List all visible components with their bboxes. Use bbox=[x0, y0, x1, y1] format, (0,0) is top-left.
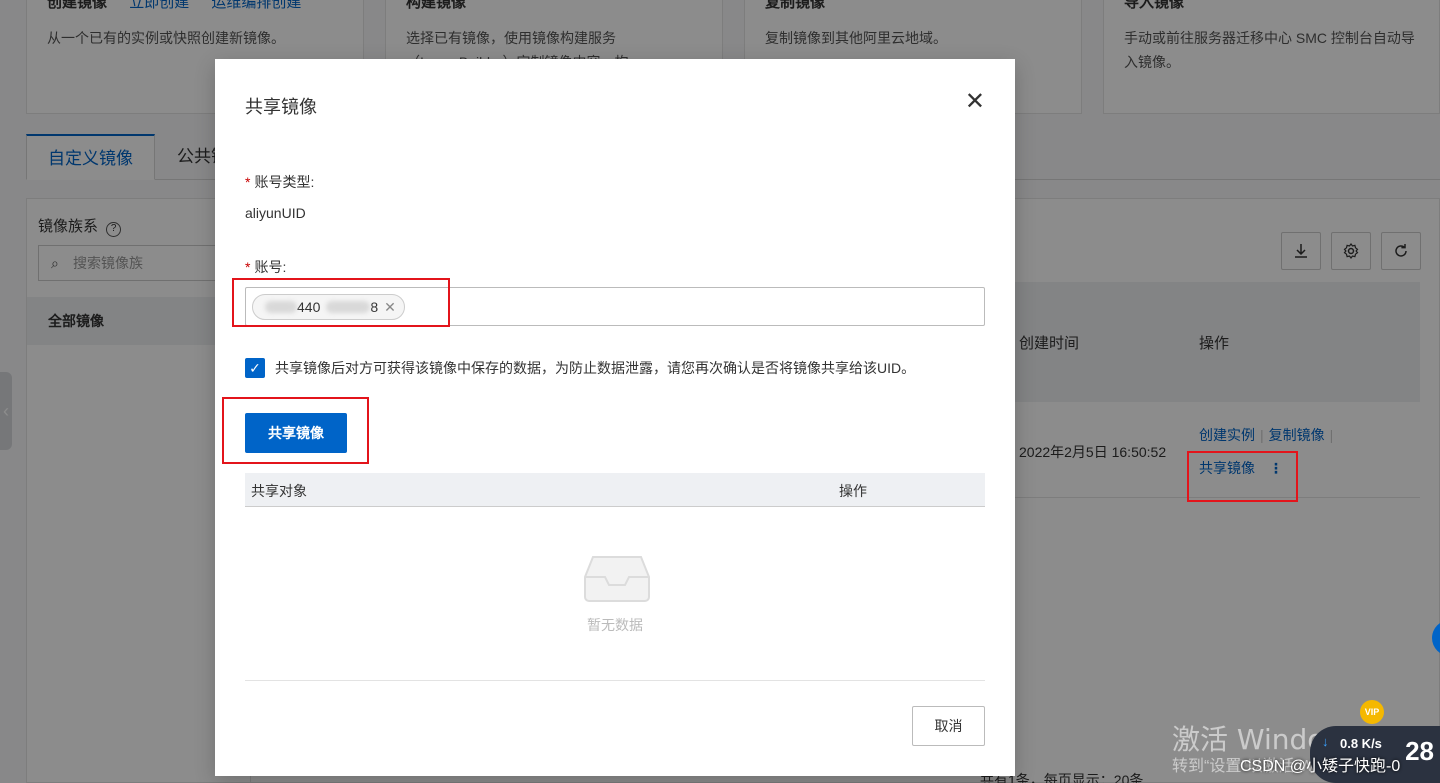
empty-text: 暂无数据 bbox=[587, 617, 643, 633]
share-image-button[interactable]: 共享镜像 bbox=[245, 413, 347, 453]
close-icon[interactable]: ✕ bbox=[965, 87, 985, 116]
confirm-share-row[interactable]: ✓ 共享镜像后对方可获得该镜像中保存的数据，为防止数据泄露，请您再次确认是否将镜… bbox=[245, 358, 915, 378]
account-tag: 440 8 ✕ bbox=[252, 294, 405, 320]
footer-divider bbox=[245, 680, 985, 681]
required-asterisk: * bbox=[245, 174, 251, 190]
account-tag-tail: 8 bbox=[370, 299, 379, 315]
vip-badge-icon: VIP bbox=[1360, 700, 1384, 724]
col-share-actions: 操作 bbox=[839, 483, 867, 499]
redacted-mask bbox=[326, 301, 371, 313]
account-label: * 账号: bbox=[245, 259, 287, 275]
account-input[interactable]: 440 8 ✕ bbox=[245, 287, 985, 326]
confirm-text: 共享镜像后对方可获得该镜像中保存的数据，为防止数据泄露，请您再次确认是否将镜像共… bbox=[275, 360, 916, 376]
account-type-value: aliyunUID bbox=[245, 205, 306, 221]
account-tag-visible: 440 bbox=[297, 299, 321, 315]
speed-number: 28 bbox=[1405, 736, 1434, 766]
speed-value: 0.8 K/s bbox=[1340, 736, 1382, 751]
dialog-title: 共享镜像 bbox=[245, 97, 317, 117]
redacted-mask bbox=[265, 301, 297, 313]
account-type-label: * 账号类型: bbox=[245, 174, 315, 190]
remove-tag-icon[interactable]: ✕ bbox=[384, 299, 396, 316]
share-table-header: 共享对象 操作 bbox=[245, 473, 985, 507]
csdn-watermark: CSDN @小矮子快跑-0 bbox=[1240, 758, 1401, 775]
col-share-target: 共享对象 bbox=[251, 483, 307, 499]
cancel-button[interactable]: 取消 bbox=[912, 706, 985, 746]
required-asterisk: * bbox=[245, 259, 251, 275]
download-arrow-icon: ↓ bbox=[1322, 734, 1329, 749]
share-table-empty: 暂无数据 bbox=[245, 507, 985, 679]
confirm-checkbox[interactable]: ✓ bbox=[245, 358, 265, 378]
check-icon: ✓ bbox=[249, 359, 261, 376]
share-image-dialog: 共享镜像 ✕ * 账号类型: aliyunUID * 账号: 440 8 ✕ ✓ 共享… bbox=[215, 59, 1015, 776]
empty-inbox-icon bbox=[584, 556, 650, 602]
